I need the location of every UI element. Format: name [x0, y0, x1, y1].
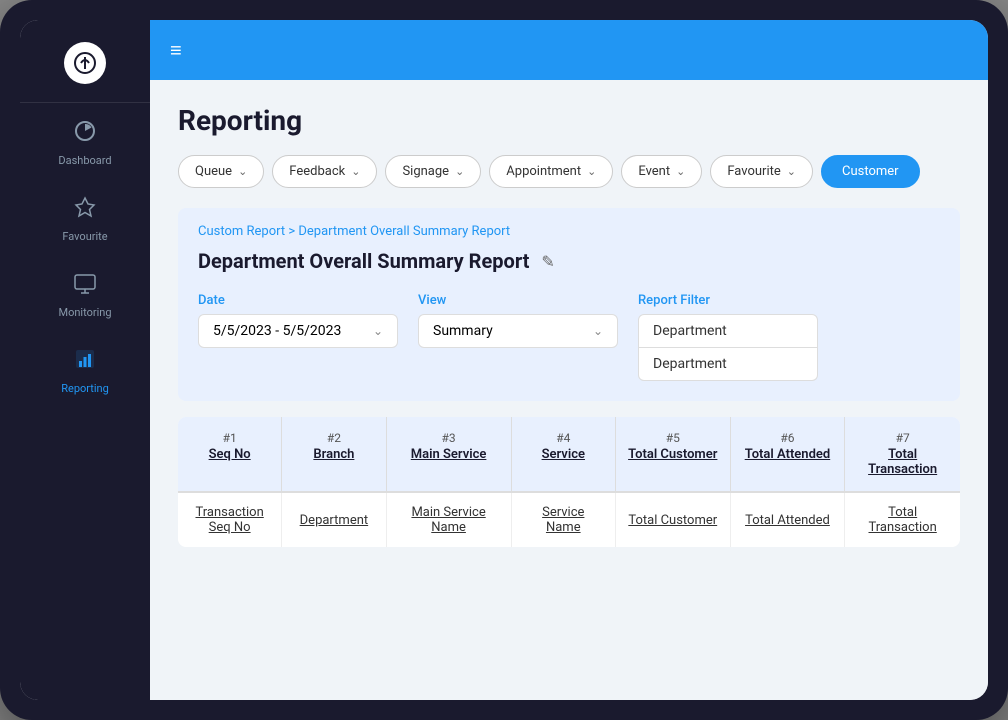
sidebar-item-dashboard[interactable]: Dashboard	[20, 103, 150, 179]
filter-option-2[interactable]: Department	[638, 348, 818, 381]
col-num-4: #4	[556, 431, 570, 445]
cell-seq-no: Transaction Seq No	[178, 493, 282, 547]
col-num-6: #6	[780, 431, 794, 445]
table-container: #1 Seq No #2 Branch #3 Main Service #4	[178, 417, 960, 547]
filter-row: Date 5/5/2023 - 5/5/2023 ⌄ View Summary …	[198, 293, 940, 381]
tab-event-label: Event	[638, 164, 670, 179]
date-filter-group: Date 5/5/2023 - 5/5/2023 ⌄	[198, 293, 398, 348]
cell-department: Department	[282, 493, 386, 547]
view-value: Summary	[433, 323, 493, 339]
tab-event[interactable]: Event ⌄	[621, 155, 702, 188]
cell-service-name: Service Name	[512, 493, 616, 547]
col-header-4: #4 Service	[512, 417, 616, 491]
topbar: ≡	[150, 20, 988, 80]
col-num-5: #5	[666, 431, 680, 445]
favourite-icon	[73, 195, 97, 224]
col-header-2: #2 Branch	[282, 417, 386, 491]
sidebar: Dashboard Favourite Mo	[20, 20, 150, 700]
report-title-row: Department Overall Summary Report ✎	[198, 249, 940, 273]
chevron-down-icon: ⌄	[351, 165, 360, 178]
sidebar-logo	[20, 20, 150, 103]
view-filter-group: View Summary ⌄	[418, 293, 618, 348]
device-frame: Dashboard Favourite Mo	[0, 0, 1008, 720]
col-num-2: #2	[327, 431, 341, 445]
col-name-4[interactable]: Service	[542, 447, 585, 462]
tab-customer[interactable]: Customer	[821, 155, 920, 188]
filter-tabs: Queue ⌄ Feedback ⌄ Signage ⌄ Appointment…	[178, 155, 960, 188]
cell-total-customer: Total Customer	[616, 493, 731, 547]
tab-signage[interactable]: Signage ⌄	[385, 155, 481, 188]
col-name-3[interactable]: Main Service	[411, 447, 487, 462]
sidebar-item-monitoring[interactable]: Monitoring	[20, 255, 150, 331]
date-select[interactable]: 5/5/2023 - 5/5/2023 ⌄	[198, 314, 398, 348]
report-panel: Custom Report > Department Overall Summa…	[178, 208, 960, 401]
col-header-5: #5 Total Customer	[616, 417, 731, 491]
hamburger-icon[interactable]: ≡	[170, 38, 182, 63]
chevron-down-icon: ⌄	[593, 324, 603, 338]
cell-main-service-name: Main Service Name	[387, 493, 512, 547]
chevron-down-icon: ⌄	[455, 165, 464, 178]
chevron-down-icon: ⌄	[787, 165, 796, 178]
chevron-down-icon: ⌄	[676, 165, 685, 178]
tab-appointment-label: Appointment	[506, 164, 581, 179]
date-label: Date	[198, 293, 398, 308]
monitoring-label: Monitoring	[58, 306, 111, 319]
table-row: Transaction Seq No Department Main Servi…	[178, 493, 960, 547]
report-filter-group: Report Filter Department Department	[638, 293, 818, 381]
tab-feedback-label: Feedback	[289, 164, 345, 179]
col-header-3: #3 Main Service	[387, 417, 512, 491]
dashboard-icon	[73, 119, 97, 148]
col-name-2[interactable]: Branch	[313, 447, 354, 462]
chevron-down-icon: ⌄	[587, 165, 596, 178]
page-title: Reporting	[178, 104, 960, 137]
tab-appointment[interactable]: Appointment ⌄	[489, 155, 613, 188]
col-name-7[interactable]: Total Transaction	[857, 447, 948, 477]
tab-feedback[interactable]: Feedback ⌄	[272, 155, 377, 188]
col-num-7: #7	[896, 431, 910, 445]
content-area: Reporting Queue ⌄ Feedback ⌄ Signage ⌄	[150, 80, 988, 700]
col-num-3: #3	[442, 431, 456, 445]
col-header-7: #7 Total Transaction	[845, 417, 960, 491]
tab-favourite[interactable]: Favourite ⌄	[710, 155, 813, 188]
tab-queue-label: Queue	[195, 164, 232, 179]
col-header-1: #1 Seq No	[178, 417, 282, 491]
cell-total-attended: Total Attended	[731, 493, 846, 547]
date-value: 5/5/2023 - 5/5/2023	[213, 323, 341, 339]
logo-icon	[64, 42, 106, 84]
table-header-row: #1 Seq No #2 Branch #3 Main Service #4	[178, 417, 960, 493]
tab-queue[interactable]: Queue ⌄	[178, 155, 264, 188]
filter-option-1[interactable]: Department	[638, 314, 818, 348]
edit-icon[interactable]: ✎	[541, 252, 554, 271]
breadcrumb: Custom Report > Department Overall Summa…	[198, 224, 940, 239]
report-title: Department Overall Summary Report	[198, 249, 529, 273]
chevron-down-icon: ⌄	[238, 165, 247, 178]
device-inner: Dashboard Favourite Mo	[20, 20, 988, 700]
chevron-down-icon: ⌄	[373, 324, 383, 338]
cell-total-transaction: Total Transaction	[845, 493, 960, 547]
col-name-6[interactable]: Total Attended	[745, 447, 831, 462]
tab-customer-label: Customer	[842, 164, 899, 179]
view-label: View	[418, 293, 618, 308]
main-content: ≡ Reporting Queue ⌄ Feedback ⌄ Sign	[150, 20, 988, 700]
col-name-1[interactable]: Seq No	[209, 447, 251, 462]
col-name-5[interactable]: Total Customer	[628, 447, 717, 462]
sidebar-item-favourite[interactable]: Favourite	[20, 179, 150, 255]
col-num-1: #1	[223, 431, 237, 445]
reporting-icon	[73, 347, 97, 376]
col-header-6: #6 Total Attended	[731, 417, 846, 491]
dashboard-label: Dashboard	[58, 154, 111, 167]
reporting-label: Reporting	[61, 382, 109, 395]
tab-signage-label: Signage	[402, 164, 449, 179]
tab-favourite-label: Favourite	[727, 164, 780, 179]
favourite-label: Favourite	[62, 230, 107, 243]
monitoring-icon	[73, 271, 97, 300]
view-select[interactable]: Summary ⌄	[418, 314, 618, 348]
sidebar-item-reporting[interactable]: Reporting	[20, 331, 150, 407]
report-filter-label: Report Filter	[638, 293, 818, 308]
